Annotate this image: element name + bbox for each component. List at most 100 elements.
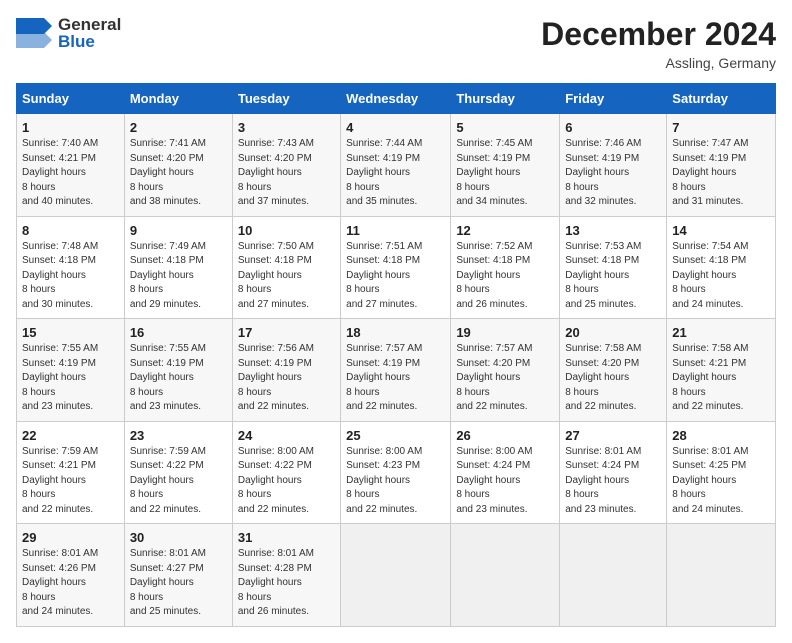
day-number: 4 <box>346 120 445 135</box>
logo-blue-text: Blue <box>58 33 121 50</box>
calendar-cell: 16 Sunrise: 7:55 AMSunset: 4:19 PMDayligh… <box>124 319 232 422</box>
location-subtitle: Assling, Germany <box>541 55 776 71</box>
day-number: 22 <box>22 428 119 443</box>
page-header: General Blue December 2024 Assling, Germ… <box>16 16 776 71</box>
day-number: 20 <box>565 325 661 340</box>
day-number: 16 <box>130 325 227 340</box>
day-detail: Sunrise: 7:59 AMSunset: 4:21 PMDaylight … <box>22 445 119 518</box>
day-number: 15 <box>22 325 119 340</box>
day-number: 10 <box>238 223 335 238</box>
calendar-cell <box>341 524 451 627</box>
day-detail: Sunrise: 7:57 AMSunset: 4:20 PMDaylight … <box>456 342 554 415</box>
day-detail: Sunrise: 7:50 AMSunset: 4:18 PMDaylight … <box>238 240 335 313</box>
calendar-cell: 12 Sunrise: 7:52 AMSunset: 4:18 PMDayligh… <box>451 216 560 319</box>
calendar-cell <box>560 524 667 627</box>
day-detail: Sunrise: 8:01 AMSunset: 4:26 PMDaylight … <box>22 547 119 620</box>
column-header-saturday: Saturday <box>667 84 776 114</box>
day-number: 23 <box>130 428 227 443</box>
column-header-wednesday: Wednesday <box>341 84 451 114</box>
day-detail: Sunrise: 7:40 AMSunset: 4:21 PMDaylight … <box>22 137 119 210</box>
day-number: 5 <box>456 120 554 135</box>
calendar-cell: 26 Sunrise: 8:00 AMSunset: 4:24 PMDayligh… <box>451 421 560 524</box>
day-detail: Sunrise: 8:00 AMSunset: 4:22 PMDaylight … <box>238 445 335 518</box>
day-number: 29 <box>22 530 119 545</box>
day-detail: Sunrise: 8:00 AMSunset: 4:24 PMDaylight … <box>456 445 554 518</box>
calendar-week-row: 22 Sunrise: 7:59 AMSunset: 4:21 PMDayligh… <box>17 421 776 524</box>
calendar-cell: 14 Sunrise: 7:54 AMSunset: 4:18 PMDayligh… <box>667 216 776 319</box>
calendar-cell: 29 Sunrise: 8:01 AMSunset: 4:26 PMDayligh… <box>17 524 125 627</box>
day-detail: Sunrise: 7:52 AMSunset: 4:18 PMDaylight … <box>456 240 554 313</box>
calendar-cell: 2 Sunrise: 7:41 AMSunset: 4:20 PMDaylight… <box>124 114 232 217</box>
calendar-cell: 28 Sunrise: 8:01 AMSunset: 4:25 PMDayligh… <box>667 421 776 524</box>
day-detail: Sunrise: 7:48 AMSunset: 4:18 PMDaylight … <box>22 240 119 313</box>
day-detail: Sunrise: 7:43 AMSunset: 4:20 PMDaylight … <box>238 137 335 210</box>
day-number: 9 <box>130 223 227 238</box>
day-number: 12 <box>456 223 554 238</box>
day-number: 26 <box>456 428 554 443</box>
day-detail: Sunrise: 7:55 AMSunset: 4:19 PMDaylight … <box>130 342 227 415</box>
calendar-cell: 3 Sunrise: 7:43 AMSunset: 4:20 PMDaylight… <box>232 114 340 217</box>
column-header-thursday: Thursday <box>451 84 560 114</box>
day-number: 28 <box>672 428 770 443</box>
day-detail: Sunrise: 7:41 AMSunset: 4:20 PMDaylight … <box>130 137 227 210</box>
day-detail: Sunrise: 7:46 AMSunset: 4:19 PMDaylight … <box>565 137 661 210</box>
calendar-cell: 7 Sunrise: 7:47 AMSunset: 4:19 PMDaylight… <box>667 114 776 217</box>
day-number: 7 <box>672 120 770 135</box>
day-detail: Sunrise: 8:01 AMSunset: 4:25 PMDaylight … <box>672 445 770 518</box>
calendar-cell: 1 Sunrise: 7:40 AMSunset: 4:21 PMDaylight… <box>17 114 125 217</box>
day-detail: Sunrise: 7:57 AMSunset: 4:19 PMDaylight … <box>346 342 445 415</box>
day-detail: Sunrise: 7:58 AMSunset: 4:20 PMDaylight … <box>565 342 661 415</box>
calendar-cell: 31Sunrise: 8:01 AMSunset: 4:28 PMDayligh… <box>232 524 340 627</box>
calendar-cell: 30Sunrise: 8:01 AMSunset: 4:27 PMDayligh… <box>124 524 232 627</box>
month-year-title: December 2024 <box>541 16 776 53</box>
day-number: 24 <box>238 428 335 443</box>
day-number: 19 <box>456 325 554 340</box>
calendar-cell: 19 Sunrise: 7:57 AMSunset: 4:20 PMDayligh… <box>451 319 560 422</box>
logo: General Blue <box>16 16 121 50</box>
calendar-cell: 4 Sunrise: 7:44 AMSunset: 4:19 PMDaylight… <box>341 114 451 217</box>
day-number: 11 <box>346 223 445 238</box>
day-number: 27 <box>565 428 661 443</box>
day-number: 1 <box>22 120 119 135</box>
calendar-cell: 15 Sunrise: 7:55 AMSunset: 4:19 PMDayligh… <box>17 319 125 422</box>
calendar-cell: 6 Sunrise: 7:46 AMSunset: 4:19 PMDaylight… <box>560 114 667 217</box>
calendar-cell: 5Sunrise: 7:45 AMSunset: 4:19 PMDaylight… <box>451 114 560 217</box>
day-detail: Sunrise: 7:53 AMSunset: 4:18 PMDaylight … <box>565 240 661 313</box>
calendar-cell: 10 Sunrise: 7:50 AMSunset: 4:18 PMDayligh… <box>232 216 340 319</box>
day-number: 3 <box>238 120 335 135</box>
day-number: 25 <box>346 428 445 443</box>
calendar-cell: 20 Sunrise: 7:58 AMSunset: 4:20 PMDayligh… <box>560 319 667 422</box>
logo-general-text: General <box>58 16 121 33</box>
day-detail: Sunrise: 7:51 AMSunset: 4:18 PMDaylight … <box>346 240 445 313</box>
day-detail: Sunrise: 7:54 AMSunset: 4:18 PMDaylight … <box>672 240 770 313</box>
day-detail: Sunrise: 8:00 AMSunset: 4:23 PMDaylight … <box>346 445 445 518</box>
calendar-week-row: 15 Sunrise: 7:55 AMSunset: 4:19 PMDayligh… <box>17 319 776 422</box>
day-detail: Sunrise: 7:44 AMSunset: 4:19 PMDaylight … <box>346 137 445 210</box>
calendar-cell: 8Sunrise: 7:48 AMSunset: 4:18 PMDaylight… <box>17 216 125 319</box>
day-detail: Sunrise: 7:56 AMSunset: 4:19 PMDaylight … <box>238 342 335 415</box>
day-number: 21 <box>672 325 770 340</box>
day-detail: Sunrise: 7:55 AMSunset: 4:19 PMDaylight … <box>22 342 119 415</box>
day-detail: Sunrise: 7:47 AMSunset: 4:19 PMDaylight … <box>672 137 770 210</box>
calendar-cell: 17 Sunrise: 7:56 AMSunset: 4:19 PMDayligh… <box>232 319 340 422</box>
day-number: 6 <box>565 120 661 135</box>
day-number: 30 <box>130 530 227 545</box>
calendar-cell: 21Sunrise: 7:58 AMSunset: 4:21 PMDayligh… <box>667 319 776 422</box>
calendar-cell: 13 Sunrise: 7:53 AMSunset: 4:18 PMDayligh… <box>560 216 667 319</box>
column-header-monday: Monday <box>124 84 232 114</box>
day-number: 13 <box>565 223 661 238</box>
calendar-cell: 27 Sunrise: 8:01 AMSunset: 4:24 PMDayligh… <box>560 421 667 524</box>
calendar-week-row: 29 Sunrise: 8:01 AMSunset: 4:26 PMDayligh… <box>17 524 776 627</box>
day-number: 17 <box>238 325 335 340</box>
column-header-tuesday: Tuesday <box>232 84 340 114</box>
day-detail: Sunrise: 7:59 AMSunset: 4:22 PMDaylight … <box>130 445 227 518</box>
calendar-header-row: SundayMondayTuesdayWednesdayThursdayFrid… <box>17 84 776 114</box>
day-number: 14 <box>672 223 770 238</box>
day-detail: Sunrise: 8:01 AMSunset: 4:24 PMDaylight … <box>565 445 661 518</box>
calendar-cell <box>451 524 560 627</box>
day-number: 2 <box>130 120 227 135</box>
calendar-cell: 22 Sunrise: 7:59 AMSunset: 4:21 PMDayligh… <box>17 421 125 524</box>
calendar-cell: 25 Sunrise: 8:00 AMSunset: 4:23 PMDayligh… <box>341 421 451 524</box>
title-block: December 2024 Assling, Germany <box>541 16 776 71</box>
logo-name: General Blue <box>58 16 121 50</box>
